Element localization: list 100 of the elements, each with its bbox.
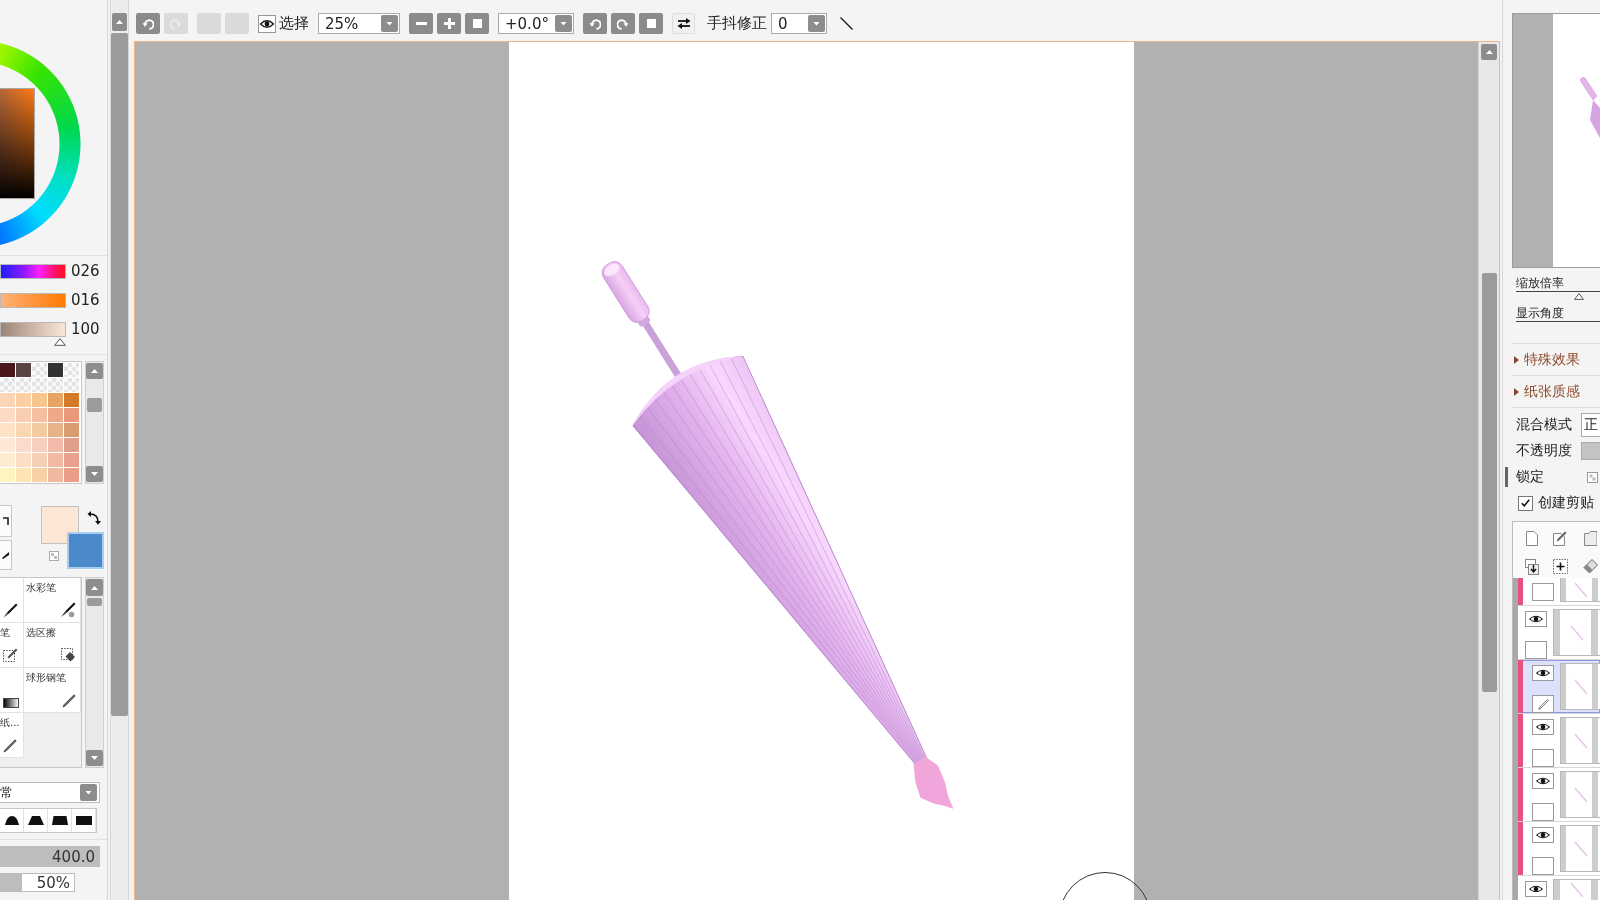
section-header[interactable]: 特殊效果 bbox=[1512, 344, 1600, 376]
scroll-up-button[interactable] bbox=[112, 13, 127, 31]
undo-button[interactable] bbox=[136, 13, 160, 34]
color-swatch-icon[interactable] bbox=[48, 393, 63, 407]
scroll-up-button[interactable] bbox=[86, 363, 103, 379]
flip-button[interactable] bbox=[672, 13, 695, 34]
color-swatch-icon[interactable] bbox=[0, 393, 15, 407]
background-color-swatch-icon[interactable] bbox=[67, 532, 104, 569]
dropdown[interactable]: 25% bbox=[318, 13, 400, 34]
new-folder-button[interactable] bbox=[1582, 530, 1598, 547]
merge-down-button[interactable] bbox=[1524, 558, 1540, 575]
color-swatch-icon[interactable] bbox=[16, 453, 31, 467]
layer-option-box[interactable] bbox=[1532, 803, 1554, 821]
color-swatch-icon[interactable] bbox=[32, 468, 47, 482]
scrollbar-thumb[interactable] bbox=[1481, 273, 1497, 692]
color-swatch-icon[interactable] bbox=[16, 438, 31, 452]
color-swatch-icon[interactable] bbox=[64, 468, 79, 482]
reset-button[interactable] bbox=[639, 13, 663, 34]
color-swatch-icon[interactable] bbox=[48, 423, 63, 437]
tool-button[interactable] bbox=[0, 505, 12, 537]
blend-mode-dropdown[interactable]: 正 bbox=[1581, 413, 1600, 437]
scroll-up-button[interactable] bbox=[1481, 44, 1497, 60]
layer-row[interactable] bbox=[1518, 578, 1600, 606]
layer-row[interactable] bbox=[1518, 714, 1600, 768]
saturation-gradient-bar[interactable] bbox=[0, 293, 66, 308]
visibility-toggle[interactable] bbox=[1525, 881, 1547, 897]
color-swatch-icon[interactable] bbox=[32, 393, 47, 407]
blend-mode-dropdown[interactable]: 常 bbox=[0, 782, 100, 803]
color-swatch-icon[interactable] bbox=[16, 423, 31, 437]
section-header[interactable]: 纸张质感 bbox=[1512, 376, 1600, 408]
brush-tool[interactable]: 笔 bbox=[0, 623, 24, 668]
color-swatch-icon[interactable] bbox=[0, 468, 15, 482]
rotate-left-button[interactable] bbox=[583, 13, 607, 34]
brush-tool[interactable] bbox=[0, 668, 24, 713]
brush-tool[interactable] bbox=[0, 578, 24, 623]
scroll-down-button[interactable] bbox=[86, 466, 103, 482]
brush-size-slider[interactable]: 400.0 bbox=[0, 846, 100, 867]
brightness-slider[interactable] bbox=[0, 322, 66, 346]
splitter-grip-icon[interactable] bbox=[1505, 467, 1508, 487]
layer-option-box[interactable] bbox=[1532, 857, 1554, 875]
new-mask-button[interactable] bbox=[1552, 558, 1568, 575]
color-swatch-icon[interactable] bbox=[0, 408, 15, 422]
visibility-toggle[interactable] bbox=[1532, 827, 1554, 843]
color-swatch-icon[interactable] bbox=[64, 423, 79, 437]
color-swatch-icon[interactable] bbox=[64, 438, 79, 452]
color-swatch-icon[interactable] bbox=[0, 453, 15, 467]
color-swatch-icon[interactable] bbox=[64, 453, 79, 467]
saturation-value-square[interactable] bbox=[0, 88, 35, 199]
visibility-toggle[interactable] bbox=[1532, 665, 1554, 681]
color-swatch-icon[interactable] bbox=[48, 453, 63, 467]
visibility-toggle[interactable] bbox=[1525, 611, 1547, 627]
view-selection-toggle[interactable]: 选择 bbox=[258, 13, 309, 34]
layer-row[interactable] bbox=[1518, 660, 1600, 714]
visibility-toggle[interactable] bbox=[1532, 773, 1554, 789]
slider-thumb[interactable] bbox=[1574, 293, 1584, 300]
transparent-color-icon[interactable] bbox=[49, 551, 59, 561]
color-swatch-icon[interactable] bbox=[48, 438, 63, 452]
color-swatch-icon[interactable] bbox=[16, 408, 31, 422]
layer-option-box[interactable] bbox=[1532, 583, 1554, 601]
color-swatch-icon[interactable] bbox=[32, 438, 47, 452]
brush-tool[interactable]: 球形钢笔 bbox=[24, 668, 81, 713]
brush-tool[interactable]: 选区擦 bbox=[24, 623, 81, 668]
rotate-right-button[interactable] bbox=[611, 13, 635, 34]
zoom-in-button[interactable] bbox=[437, 13, 461, 34]
tool-button[interactable] bbox=[0, 540, 12, 570]
color-swatch-icon[interactable] bbox=[0, 423, 15, 437]
dropdown[interactable]: +0.0° bbox=[498, 13, 574, 34]
color-swatch-icon[interactable] bbox=[48, 408, 63, 422]
layer-option-box[interactable] bbox=[1532, 695, 1554, 713]
layer-option-box[interactable] bbox=[1525, 641, 1547, 659]
color-swatch-icon[interactable] bbox=[16, 468, 31, 482]
layer-option-box[interactable] bbox=[1532, 749, 1554, 767]
navigator-slider[interactable] bbox=[1516, 291, 1600, 300]
new-layer-button[interactable] bbox=[1524, 530, 1540, 547]
color-swatch-icon[interactable] bbox=[48, 363, 63, 377]
swap-colors-icon[interactable] bbox=[87, 511, 101, 525]
clipping-checkbox[interactable] bbox=[1518, 495, 1533, 511]
color-swatch-icon[interactable] bbox=[32, 453, 47, 467]
scroll-down-button[interactable] bbox=[86, 750, 103, 766]
color-swatch-icon[interactable] bbox=[32, 408, 47, 422]
scrollbar-thumb[interactable] bbox=[87, 598, 102, 606]
brush-tool[interactable]: 纸... bbox=[0, 713, 24, 758]
layer-row[interactable] bbox=[1518, 822, 1600, 876]
scroll-up-button[interactable] bbox=[86, 579, 103, 596]
reset-button[interactable] bbox=[465, 13, 489, 34]
checker-icon[interactable] bbox=[1587, 471, 1598, 483]
foreground-color-swatch-icon[interactable] bbox=[41, 506, 79, 544]
color-swatch-icon[interactable] bbox=[0, 438, 15, 452]
color-swatch-icon[interactable] bbox=[64, 393, 79, 407]
scrollbar-thumb[interactable] bbox=[111, 33, 128, 716]
visibility-toggle[interactable] bbox=[1532, 719, 1554, 735]
brush-tool[interactable]: 水彩笔 bbox=[24, 578, 81, 623]
new-pen-layer-button[interactable] bbox=[1552, 530, 1568, 547]
layer-row[interactable] bbox=[1518, 768, 1600, 822]
dropdown[interactable]: 0 bbox=[771, 13, 827, 34]
clear-layer-button[interactable] bbox=[1582, 558, 1598, 575]
brush-density-slider[interactable]: 50% bbox=[0, 873, 75, 892]
color-swatch-icon[interactable] bbox=[0, 363, 15, 377]
color-swatch-icon[interactable] bbox=[64, 408, 79, 422]
hue-gradient-bar[interactable] bbox=[0, 264, 66, 279]
